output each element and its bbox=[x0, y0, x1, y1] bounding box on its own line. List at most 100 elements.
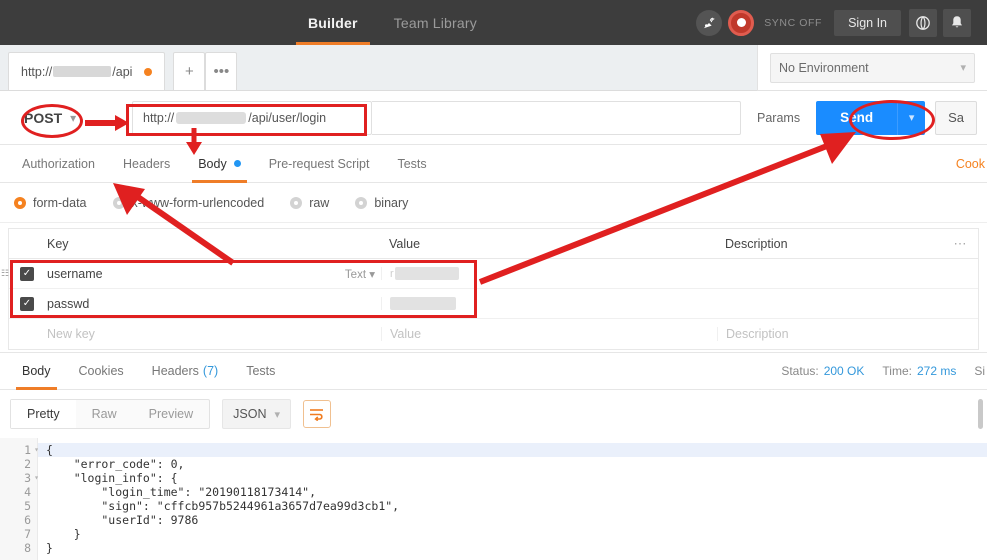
sync-status-label: SYNC OFF bbox=[764, 16, 823, 29]
request-url-row: POST ▾ http:// /api/user/login Params Se… bbox=[0, 91, 987, 145]
tab-pre-request-script[interactable]: Pre-request Script bbox=[255, 145, 384, 183]
response-tab-headers[interactable]: Headers (7) bbox=[138, 352, 233, 390]
row-type-select[interactable]: Text ▾ bbox=[345, 267, 375, 281]
row-value-input[interactable] bbox=[381, 297, 717, 310]
row-value-redacted bbox=[390, 297, 456, 310]
new-description-input[interactable]: Description bbox=[717, 327, 942, 341]
request-section-tabs: Authorization Headers Body Pre-request S… bbox=[0, 145, 987, 183]
radio-form-data-label: form-data bbox=[33, 195, 87, 210]
response-format-select[interactable]: JSON ▾ bbox=[222, 399, 292, 429]
table-new-row[interactable]: New key Value Description bbox=[9, 319, 978, 349]
environment-select[interactable]: No Environment ▾ bbox=[770, 52, 975, 83]
code-line: "login_time": "20190118173414", bbox=[46, 485, 317, 499]
new-key-input[interactable]: New key bbox=[45, 327, 381, 341]
url-input-extension[interactable] bbox=[372, 100, 741, 135]
request-tab[interactable]: http:// /api bbox=[8, 52, 166, 90]
tab-headers[interactable]: Headers bbox=[109, 145, 184, 183]
radio-unselected-icon bbox=[112, 196, 125, 209]
response-tab-cookies[interactable]: Cookies bbox=[65, 352, 138, 390]
header-actions: SYNC OFF Sign In bbox=[696, 0, 987, 45]
line-number: 3 ▾ bbox=[24, 471, 39, 485]
http-method-label: POST bbox=[24, 109, 63, 126]
send-button[interactable]: Send bbox=[816, 100, 898, 135]
globe-icon[interactable] bbox=[909, 8, 937, 37]
checkbox-checked-icon: ✓ bbox=[20, 296, 34, 311]
chevron-down-icon: ▾ bbox=[960, 62, 966, 74]
view-mode-group: Pretty Raw Preview bbox=[10, 399, 211, 429]
code-line: "error_code": 0, bbox=[46, 457, 185, 471]
tab-body[interactable]: Body bbox=[184, 145, 255, 183]
tab-tests[interactable]: Tests bbox=[383, 145, 440, 183]
view-mode-raw[interactable]: Raw bbox=[76, 400, 133, 428]
fold-toggle-icon[interactable]: ▾ bbox=[34, 443, 39, 457]
tab-options-button[interactable]: ••• bbox=[205, 52, 238, 90]
response-tab-body-label: Body bbox=[22, 364, 51, 378]
drag-handle-icon[interactable]: ☷ bbox=[1, 268, 9, 279]
radio-binary[interactable]: binary bbox=[355, 196, 408, 210]
table-row[interactable]: ☷ ✓ username Text ▾ r bbox=[1, 259, 978, 289]
tab-authorization[interactable]: Authorization bbox=[8, 145, 109, 183]
view-mode-pretty[interactable]: Pretty bbox=[11, 400, 76, 428]
radio-raw[interactable]: raw bbox=[290, 196, 329, 210]
cookies-link[interactable]: Cook bbox=[956, 157, 987, 171]
nav-tab-team-library[interactable]: Team Library bbox=[376, 0, 495, 45]
radio-urlencoded[interactable]: x-www-form-urlencoded bbox=[112, 195, 265, 210]
code-line: } bbox=[46, 527, 81, 541]
wrap-lines-icon[interactable] bbox=[303, 400, 332, 428]
http-method-select[interactable]: POST ▾ bbox=[10, 101, 96, 135]
response-tab-tests-label: Tests bbox=[246, 364, 276, 378]
body-modified-dot bbox=[233, 160, 241, 167]
unsaved-indicator-dot bbox=[144, 67, 153, 76]
radio-unselected-icon bbox=[290, 196, 303, 209]
radio-urlencoded-label: x-www-form-urlencoded bbox=[131, 195, 265, 210]
table-row[interactable]: ✓ passwd bbox=[9, 289, 978, 319]
response-tab-tests[interactable]: Tests bbox=[232, 352, 289, 390]
radio-form-data[interactable]: form-data bbox=[14, 196, 87, 210]
response-headers-count: (7) bbox=[202, 364, 219, 378]
chevron-down-icon: ▾ bbox=[274, 408, 281, 421]
row-value-input[interactable]: r bbox=[381, 267, 717, 280]
save-button[interactable]: Sa bbox=[935, 100, 977, 135]
radio-raw-label: raw bbox=[309, 195, 330, 210]
ellipsis-icon[interactable]: ⋯ bbox=[942, 236, 978, 252]
viewer-scrollbar[interactable] bbox=[978, 399, 983, 429]
send-options-chevron-icon[interactable]: ▾ bbox=[897, 100, 926, 135]
tab-authorization-label: Authorization bbox=[22, 156, 95, 171]
tab-tests-label: Tests bbox=[397, 156, 427, 171]
chevron-down-icon: ▾ bbox=[70, 110, 77, 125]
postman-window: Builder Team Library SYNC OFF Sign In ht… bbox=[0, 0, 987, 560]
url-prefix: http:// bbox=[143, 110, 175, 125]
sign-in-button[interactable]: Sign In bbox=[834, 9, 901, 36]
line-number-gutter: 1 ▾ 2 3 ▾ 4 5 6 7 8 bbox=[0, 438, 39, 560]
column-header-key: Key bbox=[47, 236, 69, 251]
header-nav: Builder Team Library bbox=[290, 0, 495, 45]
params-button[interactable]: Params bbox=[741, 101, 816, 135]
nav-tab-builder[interactable]: Builder bbox=[290, 0, 376, 45]
radio-binary-label: binary bbox=[374, 195, 409, 210]
size-label: Si bbox=[974, 364, 985, 378]
sync-circle-icon[interactable] bbox=[728, 9, 755, 36]
view-mode-preview[interactable]: Preview bbox=[133, 400, 209, 428]
new-value-input[interactable]: Value bbox=[381, 327, 717, 341]
radio-selected-icon bbox=[14, 196, 26, 209]
request-tab-url-suffix: /api bbox=[112, 64, 133, 79]
response-format-label: JSON bbox=[233, 407, 267, 421]
code-content[interactable]: { "error_code": 0, "login_info": { "logi… bbox=[38, 438, 987, 560]
fold-toggle-icon[interactable]: ▾ bbox=[34, 471, 39, 485]
tab-body-label: Body bbox=[198, 156, 227, 171]
bell-icon[interactable] bbox=[943, 8, 971, 37]
code-line: "login_info": { bbox=[46, 471, 178, 485]
satellite-dish-icon[interactable] bbox=[696, 9, 723, 36]
response-tab-headers-label: Headers bbox=[151, 364, 199, 378]
line-number: 4 bbox=[24, 485, 31, 499]
new-tab-button[interactable]: + bbox=[173, 52, 206, 90]
row-checkbox[interactable]: ✓ bbox=[9, 296, 45, 311]
row-checkbox[interactable]: ✓ bbox=[9, 266, 45, 281]
row-key-input[interactable]: username Text ▾ bbox=[45, 267, 381, 281]
url-input[interactable]: http:// /api/user/login bbox=[132, 100, 372, 135]
line-number: 7 bbox=[24, 527, 31, 541]
url-host-redacted bbox=[176, 111, 247, 124]
response-tab-body[interactable]: Body bbox=[8, 352, 65, 390]
row-key-input[interactable]: passwd bbox=[45, 297, 381, 311]
status-label: Status: bbox=[781, 364, 819, 378]
